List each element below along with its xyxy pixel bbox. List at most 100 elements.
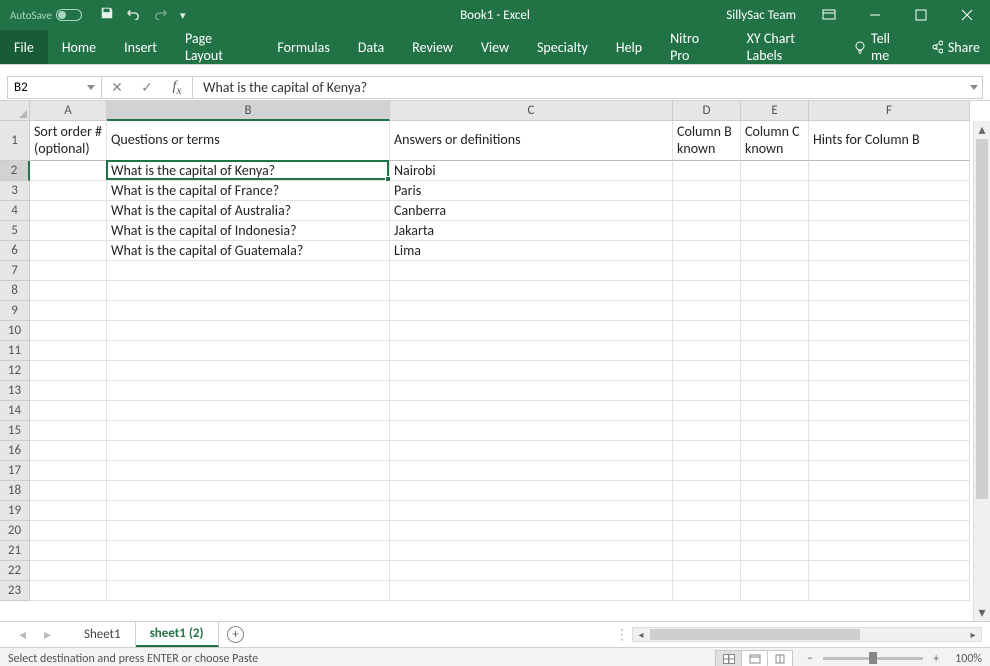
cell[interactable]: [390, 441, 673, 461]
cell[interactable]: [390, 381, 673, 401]
cell[interactable]: [673, 361, 741, 381]
cell[interactable]: [390, 421, 673, 441]
cell[interactable]: [390, 501, 673, 521]
row-header-11[interactable]: 11: [0, 341, 30, 361]
tab-home[interactable]: Home: [48, 30, 110, 64]
tab-review[interactable]: Review: [398, 30, 467, 64]
cell[interactable]: [809, 201, 970, 221]
cell[interactable]: [30, 501, 107, 521]
share-button[interactable]: Share: [919, 39, 990, 56]
scroll-left-icon[interactable]: ◂: [633, 628, 649, 641]
autosave-toggle[interactable]: AutoSave: [10, 9, 82, 22]
tab-page-layout[interactable]: Page Layout: [171, 30, 263, 64]
cell[interactable]: [673, 181, 741, 201]
cell[interactable]: [107, 521, 390, 541]
cell[interactable]: [390, 401, 673, 421]
ribbon-display-icon[interactable]: [806, 0, 852, 30]
cell[interactable]: [30, 581, 107, 601]
col-header-B[interactable]: B: [107, 101, 390, 121]
cell[interactable]: [30, 241, 107, 261]
tab-xy-chart-labels[interactable]: XY Chart Labels: [733, 30, 843, 64]
cell[interactable]: [673, 561, 741, 581]
col-header-F[interactable]: F: [809, 101, 970, 121]
cell[interactable]: [673, 421, 741, 441]
cell[interactable]: [30, 541, 107, 561]
cell[interactable]: [107, 561, 390, 581]
cell[interactable]: [673, 441, 741, 461]
cell[interactable]: [673, 241, 741, 261]
horizontal-scrollbar[interactable]: ◂ ▸: [632, 627, 982, 642]
cell[interactable]: [30, 481, 107, 501]
tab-data[interactable]: Data: [344, 30, 398, 64]
redo-icon[interactable]: [152, 6, 170, 24]
tab-specialty[interactable]: Specialty: [523, 30, 602, 64]
row-header-8[interactable]: 8: [0, 281, 30, 301]
header-cell[interactable]: Questions or terms: [107, 121, 390, 161]
add-sheet-button[interactable]: +: [219, 626, 253, 643]
cell[interactable]: [30, 421, 107, 441]
cell[interactable]: [30, 281, 107, 301]
tab-insert[interactable]: Insert: [110, 30, 171, 64]
cell[interactable]: [809, 381, 970, 401]
cell[interactable]: [673, 261, 741, 281]
cell[interactable]: [809, 401, 970, 421]
scroll-thumb[interactable]: [976, 139, 988, 499]
cell[interactable]: [741, 361, 809, 381]
cell[interactable]: [30, 441, 107, 461]
cell[interactable]: [741, 381, 809, 401]
undo-icon[interactable]: [124, 6, 142, 24]
zoom-out-icon[interactable]: −: [803, 652, 817, 666]
cell[interactable]: [30, 181, 107, 201]
cell[interactable]: [673, 401, 741, 421]
cell[interactable]: [673, 541, 741, 561]
cell[interactable]: [390, 261, 673, 281]
sheet-nav-prev-icon[interactable]: ◂: [19, 626, 26, 643]
maximize-icon[interactable]: [898, 0, 944, 30]
cell[interactable]: [30, 341, 107, 361]
cell[interactable]: [30, 521, 107, 541]
cell[interactable]: [390, 521, 673, 541]
cell[interactable]: [390, 361, 673, 381]
customize-qat-icon[interactable]: ▾: [180, 9, 186, 22]
cell[interactable]: What is the capital of Guatemala?: [107, 241, 390, 261]
header-cell[interactable]: Hints for Column B: [809, 121, 970, 161]
cell[interactable]: [673, 381, 741, 401]
cell[interactable]: [107, 581, 390, 601]
cell[interactable]: [809, 261, 970, 281]
cell[interactable]: [107, 441, 390, 461]
cell[interactable]: [741, 461, 809, 481]
tab-view[interactable]: View: [467, 30, 523, 64]
row-header-2[interactable]: 2: [0, 161, 30, 181]
cell[interactable]: [673, 461, 741, 481]
cell[interactable]: Paris: [390, 181, 673, 201]
row-header-18[interactable]: 18: [0, 481, 30, 501]
cell[interactable]: [809, 421, 970, 441]
cell[interactable]: [107, 381, 390, 401]
row-header-16[interactable]: 16: [0, 441, 30, 461]
cell[interactable]: What is the capital of Kenya?: [107, 161, 390, 181]
cell[interactable]: [673, 221, 741, 241]
cell[interactable]: Jakarta: [390, 221, 673, 241]
sheet-nav-next-icon[interactable]: ▸: [44, 626, 51, 643]
expand-formula-icon[interactable]: [970, 85, 978, 90]
cell[interactable]: Lima: [390, 241, 673, 261]
header-cell[interactable]: Sort order #(optional): [30, 121, 107, 161]
splitter-icon[interactable]: ⋮: [615, 626, 628, 643]
row-header-3[interactable]: 3: [0, 181, 30, 201]
cell[interactable]: What is the capital of Australia?: [107, 201, 390, 221]
cell[interactable]: [107, 361, 390, 381]
cell[interactable]: [673, 281, 741, 301]
cell[interactable]: [809, 341, 970, 361]
row-header-7[interactable]: 7: [0, 261, 30, 281]
row-header-15[interactable]: 15: [0, 421, 30, 441]
cell[interactable]: [107, 341, 390, 361]
cell[interactable]: [390, 481, 673, 501]
cell[interactable]: [107, 281, 390, 301]
cell[interactable]: [741, 581, 809, 601]
row-header-22[interactable]: 22: [0, 561, 30, 581]
name-box[interactable]: B2: [7, 76, 102, 99]
worksheet-grid[interactable]: ABCDEF 123456789101112131415161718192021…: [0, 101, 990, 621]
cell[interactable]: [107, 461, 390, 481]
select-all-corner[interactable]: [0, 101, 30, 121]
row-header-6[interactable]: 6: [0, 241, 30, 261]
